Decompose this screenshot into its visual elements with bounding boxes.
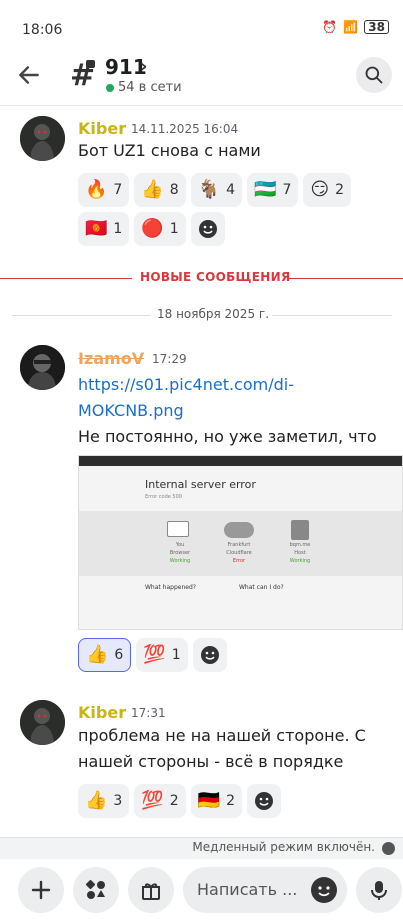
reaction[interactable]: 😏 2 <box>303 173 352 207</box>
search-icon <box>365 66 383 84</box>
avatar[interactable] <box>20 345 65 390</box>
message-input-wrap <box>183 867 347 913</box>
message: Kiber 17:31 проблема не на нашей стороне… <box>0 690 403 830</box>
message-timestamp: 17:29 <box>152 352 187 366</box>
emoji-add-icon <box>200 646 219 664</box>
arrow-left-icon <box>19 66 39 84</box>
reaction[interactable]: 🔥 7 <box>78 173 130 207</box>
online-indicator <box>106 84 114 92</box>
apps-button[interactable] <box>73 867 119 913</box>
reaction[interactable]: 🇰🇬 1 <box>78 212 130 246</box>
add-reaction-button[interactable] <box>192 638 227 672</box>
channel-header: # 911 › 54 в сети <box>0 48 403 106</box>
gift-icon <box>142 883 160 900</box>
server-icon <box>291 520 309 540</box>
message-link[interactable]: https://s01.pic4net.com/di-MOKCNB.png <box>78 372 396 424</box>
emoji-add-icon <box>198 220 217 238</box>
new-messages-label: НОВЫЕ СООБЩЕНИЯ <box>140 270 291 284</box>
message-timestamp: 17:31 <box>131 706 166 720</box>
online-count: 54 в сети <box>118 80 182 95</box>
message-input[interactable] <box>197 880 297 899</box>
message-author[interactable]: Kiber <box>78 119 126 138</box>
plus-icon <box>31 880 51 900</box>
reaction[interactable]: 💯 1 <box>136 638 188 672</box>
new-messages-divider: НОВЫЕ СООБЩЕНИЯ <box>0 270 403 284</box>
avatar[interactable] <box>20 700 65 745</box>
status-icons: ⏰ 📶 38 <box>322 20 389 34</box>
attachment-image[interactable]: Internal server error Error code 500 You… <box>78 455 403 630</box>
slow-mode-text: Медленный режим включён. <box>192 840 375 854</box>
emoji-picker-button[interactable] <box>311 877 337 903</box>
clock-icon <box>382 842 395 855</box>
message-text: Бот UZ1 снова с нами <box>78 141 261 160</box>
reaction[interactable]: 💯 2 <box>134 784 186 818</box>
reaction[interactable]: 👍 8 <box>134 173 186 207</box>
reaction[interactable]: 🔴 1 <box>134 212 186 246</box>
slow-mode-bar: Медленный режим включён. <box>0 837 403 859</box>
emoji-icon <box>318 886 330 897</box>
browser-icon <box>167 521 189 537</box>
reactions-bar: 👍 3 💯 2 🇩🇪 2 <box>78 784 398 818</box>
add-attachment-button[interactable] <box>18 867 64 913</box>
reaction[interactable]: 👍 6 <box>78 638 132 672</box>
image-title: Internal server error <box>145 478 256 491</box>
microphone-icon <box>371 881 387 900</box>
search-button[interactable] <box>356 57 392 93</box>
chevron-right-icon[interactable]: › <box>140 56 147 77</box>
status-bar: 18:06 ⏰ 📶 38 <box>0 0 403 48</box>
reaction[interactable]: 👍 3 <box>78 784 130 818</box>
image-subtitle: Error code 500 <box>145 494 182 500</box>
alarm-icon: ⏰ <box>322 20 338 34</box>
message-author[interactable]: IzamoV <box>78 349 144 368</box>
status-time: 18:06 <box>22 22 63 38</box>
avatar[interactable] <box>20 116 65 161</box>
message: Kiber 14.11.2025 16:04 Бот UZ1 снова с н… <box>0 106 403 256</box>
emoji-add-icon <box>255 792 274 810</box>
add-reaction-button[interactable] <box>247 784 282 818</box>
gift-button[interactable] <box>128 867 174 913</box>
cloud-icon <box>224 522 254 538</box>
reactions-bar: 👍 6 💯 1 <box>78 638 398 672</box>
back-button[interactable] <box>16 62 56 92</box>
reactions-bar: 🔥 7 👍 8 🐐 4 🇺🇿 7 😏 2 🇰🇬 1 🔴 1 <box>78 173 398 246</box>
message-composer <box>0 860 403 922</box>
wifi-icon: 📶 <box>343 20 359 34</box>
voice-message-button[interactable] <box>356 867 402 913</box>
message-timestamp: 14.11.2025 16:04 <box>131 122 239 136</box>
lock-icon <box>86 60 95 68</box>
add-reaction-button[interactable] <box>190 212 225 246</box>
apps-icon <box>85 879 105 899</box>
reaction[interactable]: 🐐 4 <box>190 173 243 207</box>
message-text: проблема не на нашей стороне. С нашей ст… <box>78 726 366 771</box>
reaction[interactable]: 🇺🇿 7 <box>247 173 299 207</box>
battery-icon: 38 <box>364 20 389 34</box>
reaction[interactable]: 🇩🇪 2 <box>190 784 243 818</box>
message-author[interactable]: Kiber <box>78 703 126 722</box>
date-label: 18 ноября 2025 г. <box>157 307 270 321</box>
